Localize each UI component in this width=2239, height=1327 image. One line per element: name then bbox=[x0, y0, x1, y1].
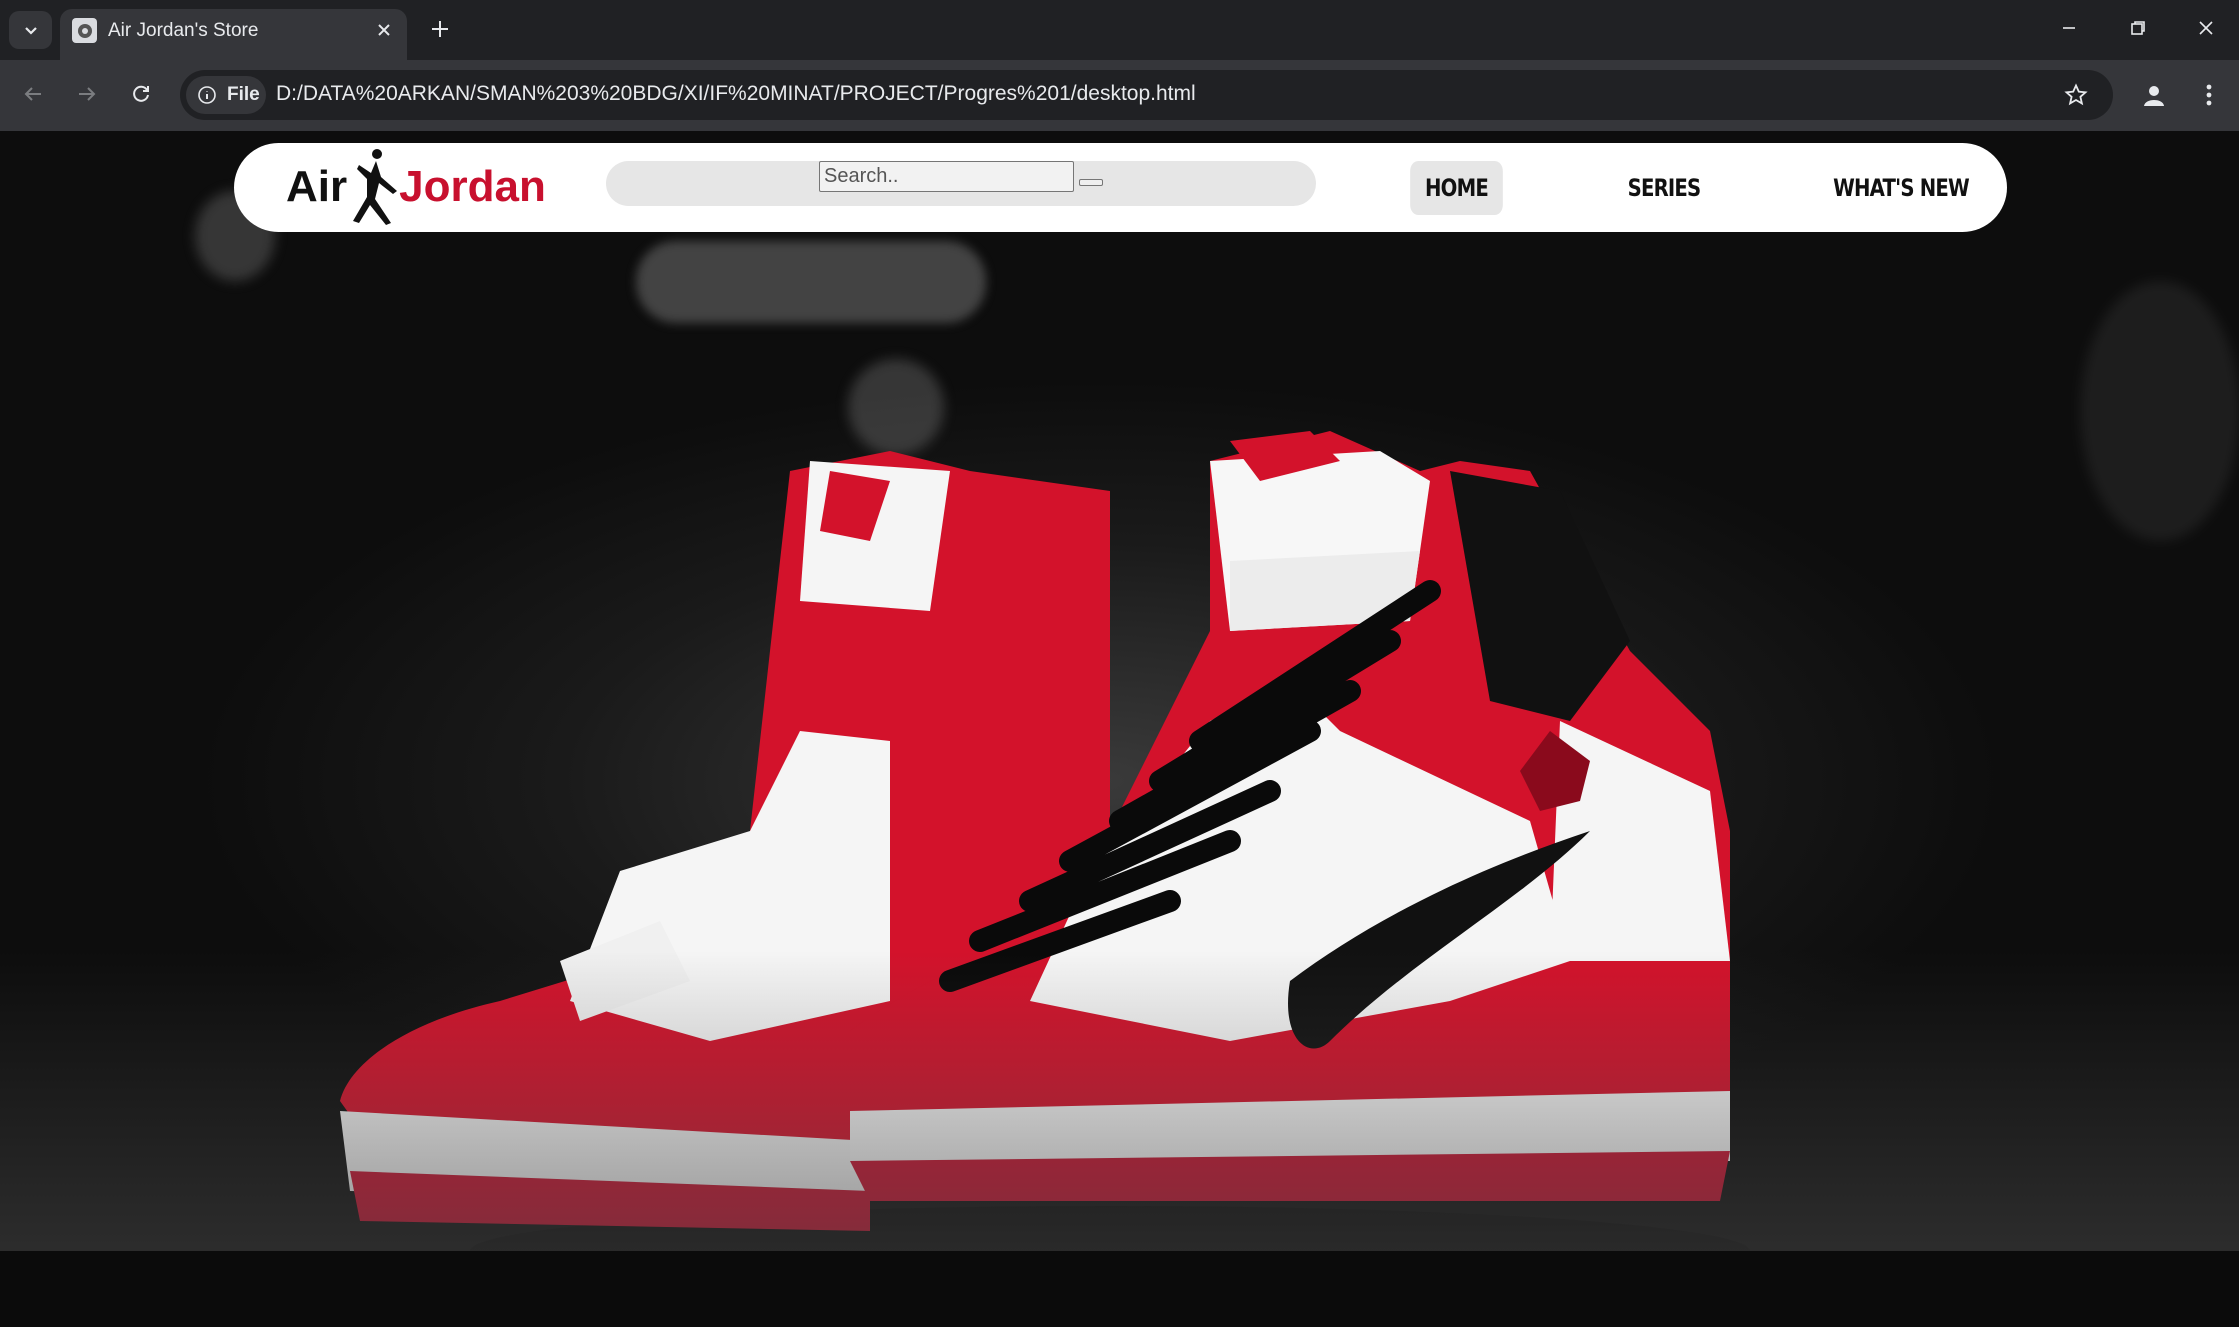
close-window-icon[interactable] bbox=[2183, 8, 2229, 48]
site-chip-label: File bbox=[227, 84, 260, 105]
bookmark-star-icon[interactable] bbox=[2059, 78, 2093, 112]
search-input[interactable] bbox=[819, 161, 1074, 192]
tab-title: Air Jordan's Store bbox=[108, 20, 259, 41]
forward-arrow-icon[interactable] bbox=[67, 74, 107, 114]
nav-home[interactable]: Home bbox=[1410, 161, 1503, 215]
address-bar[interactable]: File D:/DATA%20ARKAN/SMAN%203%20BDG/XI/I… bbox=[180, 70, 2113, 120]
restore-icon[interactable] bbox=[2115, 8, 2161, 48]
bokeh-light bbox=[2080, 281, 2239, 541]
page-section-below bbox=[0, 1251, 2239, 1327]
search-button[interactable] bbox=[1079, 179, 1103, 186]
profile-avatar-icon[interactable] bbox=[2134, 75, 2174, 115]
logo-text-air: Air bbox=[286, 162, 348, 211]
reload-icon[interactable] bbox=[121, 74, 161, 114]
logo-text-jordan: Jordan bbox=[399, 162, 546, 211]
menu-kebab-icon[interactable] bbox=[2189, 75, 2229, 115]
info-icon bbox=[198, 86, 216, 104]
tab-search-button[interactable] bbox=[9, 11, 52, 49]
bokeh-light bbox=[636, 241, 986, 323]
page-viewport: Air Jordan Home Series What's New bbox=[0, 131, 2239, 1327]
back-arrow-icon[interactable] bbox=[13, 74, 53, 114]
nav-series[interactable]: Series bbox=[1615, 161, 1713, 215]
browser-tab-bar: Air Jordan's Store bbox=[0, 0, 2239, 60]
browser-toolbar: File D:/DATA%20ARKAN/SMAN%203%20BDG/XI/I… bbox=[0, 60, 2239, 131]
new-tab-icon[interactable] bbox=[422, 11, 458, 47]
chevron-down-icon bbox=[24, 27, 37, 35]
search-bar bbox=[606, 161, 1316, 206]
hero-banner bbox=[0, 131, 2239, 1296]
site-info-chip[interactable]: File bbox=[186, 76, 266, 114]
air-jordan-logo[interactable]: Air Jordan bbox=[286, 147, 556, 227]
minimize-icon[interactable] bbox=[2046, 8, 2092, 48]
url-text[interactable]: D:/DATA%20ARKAN/SMAN%203%20BDG/XI/IF%20M… bbox=[276, 82, 1196, 106]
nav-whats-new[interactable]: What's New bbox=[1831, 161, 1970, 215]
hero-sneaker-image bbox=[340, 431, 1750, 1296]
site-navbar: Air Jordan Home Series What's New bbox=[234, 143, 2007, 232]
close-tab-icon[interactable] bbox=[369, 15, 399, 45]
jumpman-favicon-icon bbox=[72, 18, 97, 43]
browser-tab[interactable]: Air Jordan's Store bbox=[60, 9, 407, 60]
jumpman-icon bbox=[353, 149, 398, 225]
